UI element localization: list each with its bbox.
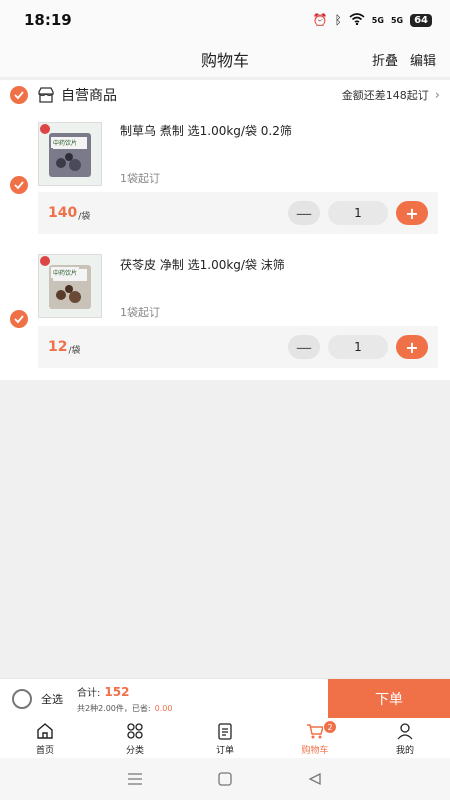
- item-checkbox[interactable]: [10, 176, 28, 194]
- item-name[interactable]: 制草乌 煮制 选1.00kg/袋 0.2筛: [120, 122, 292, 139]
- total-label: 合计:: [77, 687, 101, 699]
- item-moq: 1袋起订: [120, 172, 160, 185]
- item-name[interactable]: 茯苓皮 净制 选1.00kg/袋 沫筛: [120, 256, 285, 273]
- product-image[interactable]: 中药饮片: [38, 122, 102, 186]
- total-line: 合计: 152: [77, 684, 172, 699]
- package-label: 中药饮片: [51, 267, 80, 278]
- page-title: 购物车: [200, 50, 249, 70]
- quantity-stepper: — 1 +: [288, 335, 438, 359]
- check-icon: [14, 181, 24, 190]
- title-bar: 购物车 折叠 编辑: [0, 40, 450, 78]
- quantity-input[interactable]: 1: [328, 335, 388, 359]
- cart-item: 中药饮片 制草乌 煮制 选1.00kg/袋 0.2筛 1袋起订 140 /袋 —…: [0, 114, 450, 244]
- menu-icon[interactable]: [126, 770, 144, 788]
- price-row: 140 /袋 — 1 +: [38, 192, 438, 234]
- category-icon: [127, 722, 143, 739]
- tab-label: 我的: [395, 745, 414, 756]
- tab-label: 订单: [215, 745, 234, 756]
- product-image[interactable]: 中药饮片: [38, 254, 102, 318]
- price-unit: /袋: [78, 211, 91, 222]
- store-name: 自营商品: [61, 88, 117, 104]
- price-row: 12 /袋 — 1 +: [38, 326, 438, 368]
- status-icons: ⏰ ᛒ 5G 5G 64: [312, 12, 432, 28]
- select-all-label[interactable]: 全选: [41, 691, 63, 707]
- order-summary: 共2种2.00件，已省: 0.00: [77, 703, 172, 714]
- summary-text: 共2种2.00件，已省:: [77, 703, 151, 713]
- checkout-bar: 全选 合计: 152 共2种2.00件，已省: 0.00 下单: [0, 678, 450, 719]
- brand-badge-icon: [40, 124, 50, 134]
- tab-label: 购物车: [301, 745, 329, 756]
- status-bar: 18:19 ⏰ ᛒ 5G 5G 64: [0, 0, 450, 40]
- cart-badge: 2: [323, 720, 337, 734]
- decrease-button[interactable]: —: [288, 335, 320, 359]
- cart-item: 中药饮片 茯苓皮 净制 选1.00kg/袋 沫筛 1袋起订 12 /袋 — 1 …: [0, 248, 450, 378]
- title-actions: 折叠 编辑: [372, 50, 436, 69]
- item-price: 140: [48, 205, 78, 221]
- increase-button[interactable]: +: [396, 201, 428, 225]
- check-icon: [14, 315, 24, 324]
- decrease-button[interactable]: —: [288, 201, 320, 225]
- edit-button[interactable]: 编辑: [410, 50, 436, 69]
- back-icon[interactable]: [306, 770, 324, 788]
- tab-cart[interactable]: 2 购物车: [270, 718, 360, 758]
- home-icon: [37, 722, 53, 739]
- store-header: 自营商品 金额还差148起订 ›: [0, 80, 450, 110]
- fold-button[interactable]: 折叠: [372, 50, 398, 69]
- tab-label: 分类: [125, 745, 144, 756]
- store-checkbox[interactable]: [10, 86, 28, 104]
- tab-orders[interactable]: 订单: [180, 718, 270, 758]
- home-button-icon[interactable]: [216, 770, 234, 788]
- place-order-button[interactable]: 下单: [328, 679, 450, 719]
- item-price: 12: [48, 339, 68, 355]
- system-nav-bar: [0, 758, 450, 800]
- chevron-right-icon[interactable]: ›: [435, 88, 440, 103]
- tab-category[interactable]: 分类: [90, 718, 180, 758]
- alarm-icon: ⏰: [312, 13, 328, 27]
- select-all-checkbox[interactable]: [12, 688, 32, 709]
- totals: 合计: 152 共2种2.00件，已省: 0.00: [77, 684, 172, 714]
- battery-icon: 64: [410, 13, 432, 27]
- profile-icon: [397, 722, 413, 739]
- check-icon: [14, 91, 24, 100]
- item-checkbox[interactable]: [10, 310, 28, 328]
- brand-badge-icon: [40, 256, 50, 266]
- cart-icon: [307, 723, 324, 738]
- total-value: 152: [104, 684, 130, 699]
- saved-amount: 0.00: [154, 703, 173, 713]
- store-icon: [37, 86, 55, 104]
- increase-button[interactable]: +: [396, 335, 428, 359]
- signal-1-icon: 5G: [371, 15, 384, 25]
- package-label: 中药饮片: [51, 137, 80, 148]
- quantity-stepper: — 1 +: [288, 201, 438, 225]
- quantity-input[interactable]: 1: [328, 201, 388, 225]
- tab-label: 首页: [35, 745, 54, 756]
- status-time: 18:19: [24, 11, 72, 29]
- wifi-icon: [349, 12, 365, 28]
- tab-bar: 首页 分类 订单 2 购物车 我的: [0, 718, 450, 758]
- bluetooth-icon: ᛒ: [334, 13, 342, 27]
- store-card: 自营商品 金额还差148起订 › 中药饮片 制草乌 煮制 选1.00kg/袋 0…: [0, 80, 450, 380]
- tab-profile[interactable]: 我的: [360, 718, 450, 758]
- order-icon: [218, 722, 232, 740]
- price-unit: /袋: [68, 345, 81, 356]
- min-order-hint[interactable]: 金额还差148起订: [342, 87, 429, 103]
- tab-home[interactable]: 首页: [0, 718, 90, 758]
- signal-2-icon: 5G: [390, 15, 404, 25]
- item-moq: 1袋起订: [120, 306, 160, 319]
